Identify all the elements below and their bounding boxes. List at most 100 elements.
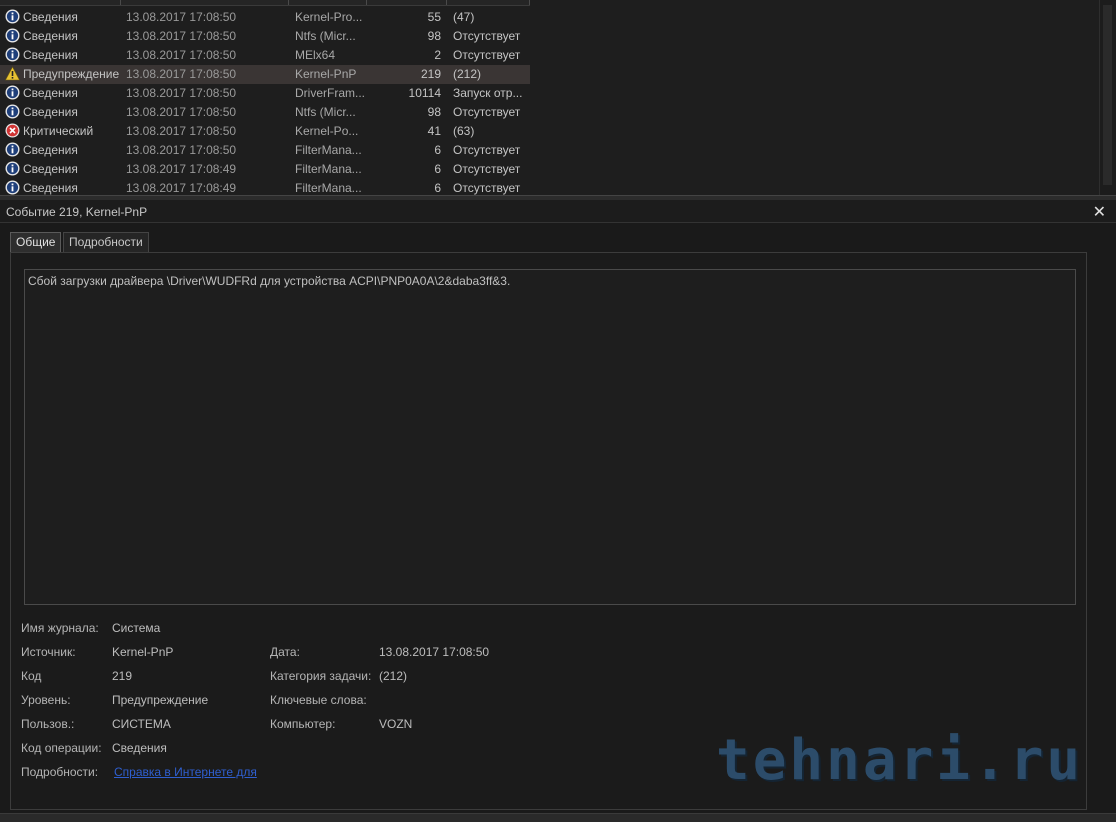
computer-label: Компьютер:	[270, 717, 336, 731]
event-source: Ntfs (Micr...	[295, 105, 356, 119]
event-source: Kernel-PnP	[295, 67, 357, 81]
column-separator[interactable]	[529, 0, 530, 5]
event-row[interactable]: Сведения 13.08.2017 17:08:50 DriverFram...…	[0, 84, 530, 103]
warning-icon	[4, 66, 21, 81]
column-separator[interactable]	[366, 0, 367, 5]
close-icon[interactable]: ✕	[1093, 202, 1106, 222]
event-level: Сведения	[23, 162, 78, 176]
column-separator[interactable]	[446, 0, 447, 5]
event-row[interactable]: Критический 13.08.2017 17:08:50 Kernel-Po.…	[0, 122, 530, 141]
info-icon	[5, 47, 20, 62]
log-name-label: Имя журнала:	[21, 621, 99, 635]
event-date: 13.08.2017 17:08:49	[126, 162, 237, 176]
user-label: Пользов.:	[21, 717, 75, 731]
event-id: 98	[427, 105, 441, 119]
event-row[interactable]: Предупреждение 13.08.2017 17:08:50 Kernel-…	[0, 65, 530, 84]
event-row[interactable]: Сведения 13.08.2017 17:08:50 Ntfs (Micr...…	[0, 27, 530, 46]
event-level: Сведения	[23, 181, 78, 195]
event-source: DriverFram...	[295, 86, 365, 100]
event-row[interactable]: Сведения 13.08.2017 17:08:50 Kernel-Pro...…	[0, 8, 530, 27]
event-category: (47)	[453, 10, 475, 24]
event-source: MElx64	[295, 48, 336, 62]
column-separator[interactable]	[120, 0, 121, 5]
event-row[interactable]: Сведения 13.08.2017 17:08:49 FilterMana...…	[0, 179, 530, 195]
info-icon	[5, 28, 20, 43]
event-source: FilterMana...	[295, 143, 362, 157]
opcode-value: Сведения	[112, 741, 167, 755]
detail-title: Событие 219, Kernel-PnP	[6, 205, 148, 219]
code-label: Код	[21, 669, 42, 683]
column-header[interactable]	[0, 0, 530, 6]
event-id: 2	[434, 48, 441, 62]
event-level: Критический	[23, 124, 94, 138]
event-category: Отсутствует	[453, 181, 521, 195]
event-source: Kernel-Pro...	[295, 10, 363, 24]
event-category: Отсутствует	[453, 29, 521, 43]
event-level: Сведения	[23, 86, 78, 100]
event-date: 13.08.2017 17:08:50	[126, 143, 237, 157]
event-category: (212)	[453, 67, 482, 81]
event-category: Отсутствует	[453, 162, 521, 176]
opcode-label: Код операции:	[21, 741, 102, 755]
column-separator[interactable]	[288, 0, 289, 5]
event-date: 13.08.2017 17:08:49	[126, 181, 237, 195]
level-label: Уровень:	[21, 693, 71, 707]
level-value: Предупреждение	[112, 693, 209, 707]
info-icon	[5, 85, 20, 100]
event-id: 6	[434, 162, 441, 176]
event-date: 13.08.2017 17:08:50	[126, 105, 237, 119]
event-date: 13.08.2017 17:08:50	[126, 10, 237, 24]
event-id: 55	[427, 10, 441, 24]
info-icon	[5, 104, 20, 119]
event-id: 10114	[408, 86, 441, 100]
user-value: СИСТЕМА	[112, 717, 171, 731]
event-source: Kernel-Po...	[295, 124, 359, 138]
general-panel: Сбой загрузки драйвера \Driver\WUDFRd дл…	[10, 252, 1087, 810]
event-row[interactable]: Сведения 13.08.2017 17:08:50 FilterMana...…	[0, 141, 530, 160]
event-category: Отсутствует	[453, 105, 521, 119]
online-help-link[interactable]: Справка в Интернете для	[114, 765, 257, 779]
event-row[interactable]: Сведения 13.08.2017 17:08:50 Ntfs (Micr...…	[0, 103, 530, 122]
event-level: Сведения	[23, 105, 78, 119]
task-category-label: Категория задачи:	[270, 669, 372, 683]
date-value: 13.08.2017 17:08:50	[379, 645, 490, 659]
event-level: Сведения	[23, 143, 78, 157]
scrollbar-thumb[interactable]	[1103, 5, 1112, 185]
error-icon	[5, 123, 20, 138]
event-id: 98	[427, 29, 441, 43]
event-message: Сбой загрузки драйвера \Driver\WUDFRd дл…	[28, 274, 511, 288]
info-icon	[5, 142, 20, 157]
event-row[interactable]: Сведения 13.08.2017 17:08:50 MElx64 2 Отсутс…	[0, 46, 530, 65]
event-level: Сведения	[23, 48, 78, 62]
code-value: 219	[112, 669, 133, 683]
tab-general[interactable]: Общие	[10, 232, 62, 252]
keywords-label: Ключевые слова:	[270, 693, 367, 707]
bottom-scrollbar[interactable]	[0, 813, 1116, 822]
event-row[interactable]: Сведения 13.08.2017 17:08:49 FilterMana...…	[0, 160, 530, 179]
info-icon	[5, 161, 20, 176]
tab-details[interactable]: Подробности	[63, 232, 149, 252]
event-source: FilterMana...	[295, 181, 362, 195]
list-scrollbar[interactable]	[1099, 0, 1116, 195]
event-category: Отсутствует	[453, 143, 521, 157]
event-list[interactable]: Сведения 13.08.2017 17:08:50 Kernel-Pro...…	[0, 0, 1116, 195]
source-value: Kernel-PnP	[112, 645, 174, 659]
event-date: 13.08.2017 17:08:50	[126, 124, 237, 138]
event-level: Сведения	[23, 10, 78, 24]
date-label: Дата:	[270, 645, 300, 659]
task-category-value: (212)	[379, 669, 408, 683]
event-date: 13.08.2017 17:08:50	[126, 48, 237, 62]
event-id: 6	[434, 181, 441, 195]
event-date: 13.08.2017 17:08:50	[126, 29, 237, 43]
event-id: 6	[434, 143, 441, 157]
event-message-box[interactable]: Сбой загрузки драйвера \Driver\WUDFRd дл…	[24, 269, 1076, 605]
event-date: 13.08.2017 17:08:50	[126, 86, 237, 100]
event-category: (63)	[453, 124, 475, 138]
event-level: Сведения	[23, 29, 78, 43]
event-rows: Сведения 13.08.2017 17:08:50 Kernel-Pro...…	[0, 8, 530, 195]
more-info-label: Подробности:	[21, 765, 99, 779]
computer-value: VOZN	[379, 717, 413, 731]
detail-header: Событие 219, Kernel-PnP ✕	[0, 200, 1116, 223]
event-id: 219	[420, 67, 441, 81]
event-level: Предупреждение	[23, 67, 120, 81]
